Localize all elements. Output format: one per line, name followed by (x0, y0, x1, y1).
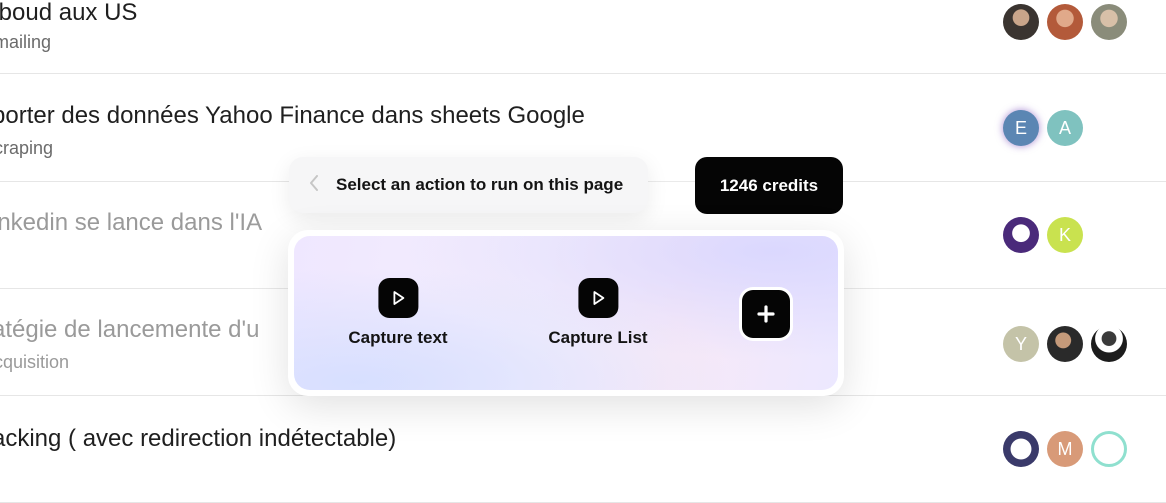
item-category: cquisition (0, 352, 70, 372)
capture-text-button[interactable]: Capture text (348, 278, 448, 348)
item-title: acking ( avec redirection indétectable) (0, 425, 397, 452)
capture-list-button[interactable]: Capture List (548, 278, 648, 348)
avatar: A (1047, 110, 1083, 146)
avatar (1091, 326, 1127, 362)
plus-icon (742, 290, 790, 338)
action-selector-label: Select an action to run on this page (336, 175, 624, 194)
avatar (1047, 4, 1083, 40)
item-title: inkedin se lance dans l'IA (0, 209, 263, 236)
action-selector[interactable]: Select an action to run on this page (289, 157, 648, 213)
avatar (1091, 4, 1127, 40)
item-title: atégie de lancemente d'u (0, 316, 260, 343)
capture-text-label: Capture text (348, 328, 448, 347)
avatar-group: M (1003, 431, 1127, 467)
chevron-left-icon[interactable] (309, 174, 323, 197)
play-icon[interactable] (578, 278, 618, 318)
avatar: M (1047, 431, 1083, 467)
avatar (1003, 217, 1039, 253)
avatar: Y (1003, 326, 1039, 362)
avatar (1091, 431, 1127, 467)
avatar-group (1003, 4, 1127, 40)
list-item[interactable]: acking ( avec redirection indétectable) … (0, 397, 1166, 503)
avatar-group: E A (1003, 110, 1083, 146)
item-title: porter des données Yahoo Finance dans sh… (0, 102, 585, 129)
credits-label: 1246 credits (719, 175, 819, 195)
capture-list-label: Capture List (548, 328, 648, 347)
item-category: mailing (0, 32, 52, 52)
list-item[interactable]: tboud aux US mailing (0, 0, 1166, 74)
avatar: K (1047, 217, 1083, 253)
avatar: E (1003, 110, 1039, 146)
avatar-group: Y (1003, 326, 1127, 362)
play-icon[interactable] (378, 278, 418, 318)
item-category: craping (0, 138, 54, 158)
avatar (1047, 326, 1083, 362)
credits-badge: 1246 credits (695, 157, 843, 214)
avatar-group: K (1003, 217, 1083, 253)
add-action-button[interactable] (739, 287, 793, 341)
avatar (1003, 431, 1039, 467)
avatar (1003, 4, 1039, 40)
item-title: tboud aux US (0, 0, 138, 26)
